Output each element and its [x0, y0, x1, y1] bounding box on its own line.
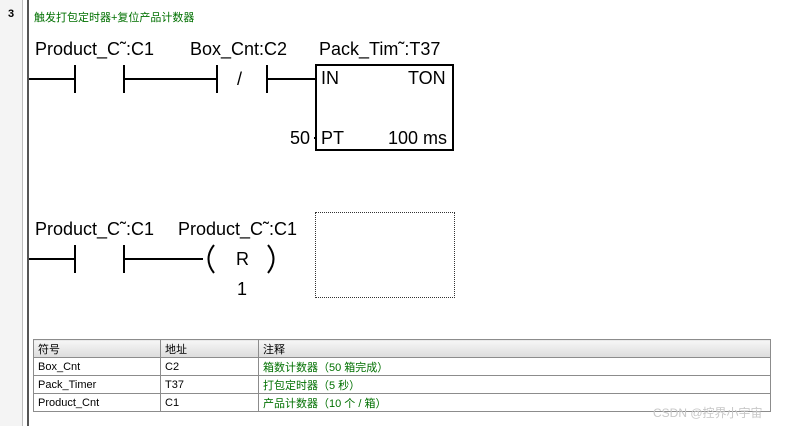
- table-row[interactable]: Box_Cnt C2 箱数计数器（50 箱完成）: [33, 357, 771, 376]
- header-symbol[interactable]: 符号: [33, 339, 161, 358]
- coil-left-arc: [207, 244, 215, 274]
- coil-right-arc: [267, 244, 275, 274]
- header-address[interactable]: 地址: [160, 339, 259, 358]
- coil-reset-symbol: R: [236, 249, 249, 269]
- row-address: T37: [160, 375, 259, 394]
- coil-count-value[interactable]: 1: [237, 280, 247, 298]
- rung1-contact2-slash: /: [237, 69, 243, 89]
- timer-time-base: 100 ms: [388, 128, 448, 148]
- symbol-table-header: 符号 地址 注释: [33, 339, 771, 358]
- coil-label[interactable]: Product_C˜:C1: [178, 220, 297, 238]
- timer-in-pin: IN: [321, 68, 339, 88]
- empty-rung-cell[interactable]: [315, 212, 455, 298]
- row-symbol: Box_Cnt: [33, 357, 161, 376]
- row-address: C1: [160, 393, 259, 412]
- row-comment: 箱数计数器（50 箱完成）: [258, 357, 771, 376]
- header-comment[interactable]: 注释: [258, 339, 771, 358]
- table-row[interactable]: Pack_Timer T37 打包定时器（5 秒）: [33, 375, 771, 394]
- rung2-contact1-label[interactable]: Product_C˜:C1: [35, 220, 154, 238]
- timer-pt-value[interactable]: 50: [290, 129, 310, 147]
- row-symbol: Product_Cnt: [33, 393, 161, 412]
- timer-pt-pin: PT: [321, 128, 345, 148]
- watermark: CSDN @控界小宇宙: [653, 406, 763, 420]
- row-address: C2: [160, 357, 259, 376]
- timer-type: TON: [408, 68, 446, 88]
- row-comment: 打包定时器（5 秒）: [258, 375, 771, 394]
- symbol-table: 符号 地址 注释 Box_Cnt C2 箱数计数器（50 箱完成） Pack_T…: [33, 339, 771, 412]
- row-symbol: Pack_Timer: [33, 375, 161, 394]
